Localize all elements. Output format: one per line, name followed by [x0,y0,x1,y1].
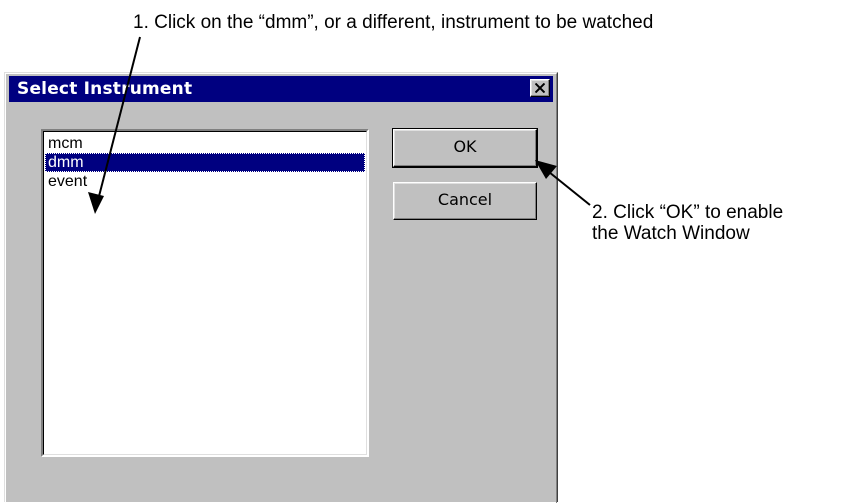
list-item-event[interactable]: event [45,172,365,191]
list-item-dmm[interactable]: dmm [45,153,365,172]
callout-step-1: 1. Click on the “dmm”, or a different, i… [133,12,654,33]
instrument-list: mcm dmm event [43,131,367,455]
ok-button[interactable]: OK [392,128,538,168]
callout-step-2: 2. Click “OK” to enable the Watch Window [592,202,783,244]
callout-step-2-line-2: the Watch Window [592,223,750,244]
cancel-button[interactable]: Cancel [393,182,537,220]
close-button[interactable] [530,79,550,97]
dialog-titlebar[interactable]: Select Instrument [9,76,553,102]
dialog-title: Select Instrument [17,79,193,99]
select-instrument-dialog: Select Instrument mcm dmm event OK Cance… [4,72,558,503]
list-item-mcm[interactable]: mcm [45,134,365,153]
instrument-listbox[interactable]: mcm dmm event [41,129,369,457]
callout-step-2-line-1: 2. Click “OK” to enable [592,202,784,223]
close-x-icon [535,83,545,93]
